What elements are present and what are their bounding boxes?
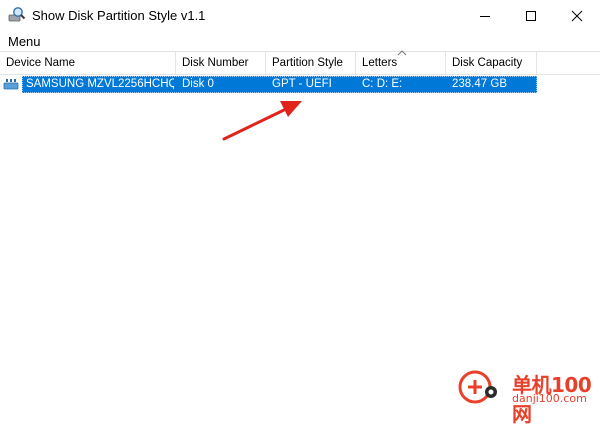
column-label: Disk Capacity [452,57,523,69]
cell-letters: C: D: E: [362,78,403,90]
column-header-partition-style[interactable]: Partition Style [266,52,356,74]
disk-list-view[interactable]: Device Name Disk Number Partition Style … [0,50,600,408]
table-row[interactable]: SAMSUNG MZVL2256HCHQ-... Disk 0 GPT - UE… [0,75,600,94]
cell-device-name: SAMSUNG MZVL2256HCHQ-... [26,78,174,90]
column-label: Disk Number [182,57,249,69]
disk-magnifier-icon [8,7,26,22]
app-window: Show Disk Partition Style v1.1 Menu Devi… [0,0,600,426]
minimize-icon [480,15,490,17]
maximize-button[interactable] [508,0,554,31]
list-header: Device Name Disk Number Partition Style … [0,50,600,75]
hard-drive-icon [3,79,19,90]
column-header-device-name[interactable]: Device Name [0,52,176,74]
maximize-icon [526,10,536,21]
close-icon [571,10,583,21]
minimize-button[interactable] [462,0,508,31]
column-label: Letters [362,57,398,69]
title-bar[interactable]: Show Disk Partition Style v1.1 [0,0,600,31]
cell-partition-style: GPT - UEFI [272,78,332,90]
column-label: Partition Style [272,57,343,69]
cell-disk-number: Disk 0 [182,78,214,90]
watermark-sub-text: danji100.com [512,392,587,405]
column-header-disk-number[interactable]: Disk Number [176,52,266,74]
close-button[interactable] [554,0,600,31]
watermark-logo-icon [458,370,497,404]
cell-disk-capacity: 238.47 GB [452,78,507,90]
column-header-disk-capacity[interactable]: Disk Capacity [446,52,537,74]
sort-ascending-icon [397,50,407,56]
menu-item-menu[interactable]: Menu [8,34,41,49]
watermark: 单机100网 danji100.com [452,366,600,426]
column-label: Device Name [6,57,76,69]
window-title: Show Disk Partition Style v1.1 [32,8,206,23]
menu-bar: Menu [0,31,600,51]
